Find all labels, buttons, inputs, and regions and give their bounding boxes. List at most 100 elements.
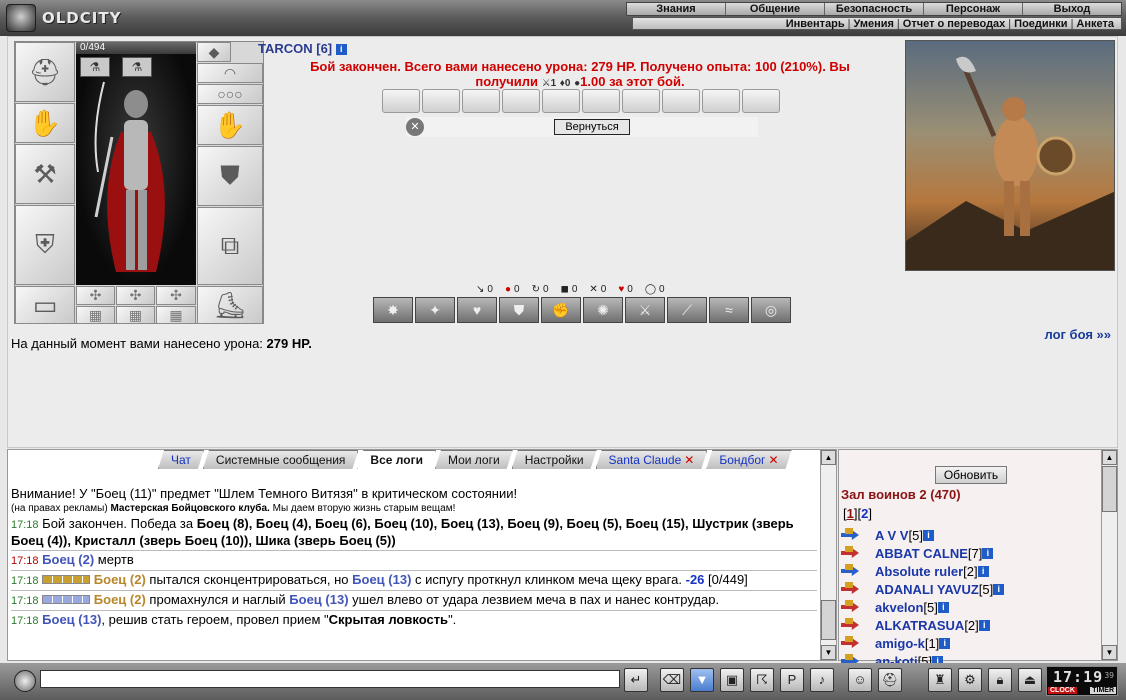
pocket-slot-3[interactable]: ▦ [156,306,196,324]
scroll-down-icon[interactable]: ▼ [821,645,836,660]
belt-slot[interactable]: ▭ [15,286,75,324]
scroll-thumb[interactable] [821,600,836,640]
scroll-thumb[interactable] [1102,466,1117,512]
menu-communication[interactable]: Общение [725,3,824,15]
pl-icon[interactable]: P [780,668,804,692]
info-icon[interactable]: i [939,637,951,649]
earring-slot[interactable]: ◆ [197,42,231,62]
skill-guard-icon[interactable]: ◎ [751,297,791,323]
leggings-slot[interactable]: ⧉ [197,207,263,285]
info-icon[interactable]: i [993,583,1005,595]
menu-exit[interactable]: Выход [1022,3,1121,15]
chat-scrollbar[interactable]: ▲ ▼ [820,450,836,660]
user-row[interactable]: amigo-k [1] i [841,634,1097,652]
smiley-icon[interactable]: ☺ [848,668,872,692]
skill-fury-icon[interactable]: ✦ [415,297,455,323]
submenu-inventory[interactable]: Инвентарь [783,18,848,30]
page-1[interactable]: 1 [847,506,854,521]
scroll-slot[interactable] [542,89,580,113]
skill-burst-icon[interactable]: ✺ [583,297,623,323]
menu-character[interactable]: Персонаж [923,3,1022,15]
tab-private-santa[interactable]: Santa Claude ✕ [596,450,708,469]
scroll-slot[interactable] [702,89,740,113]
filter-icon[interactable]: ▼ [690,668,714,692]
rune-slot-1[interactable]: ✣ [76,286,115,305]
pocket-slot-1[interactable]: ▦ [76,306,115,324]
page-2[interactable]: 2 [861,506,868,521]
skill-strike-icon[interactable]: ✸ [373,297,413,323]
rune-slot-2[interactable]: ✣ [116,286,155,305]
close-icon[interactable]: ✕ [684,453,694,467]
scroll-slot[interactable] [502,89,540,113]
refresh-button[interactable]: Обновить [935,466,1007,484]
belt-item-slot-2[interactable]: ⚗ [122,57,152,77]
skill-shield-icon[interactable]: ⛊ [499,297,539,323]
menu-knowledge[interactable]: Знания [627,3,725,15]
scroll-down-icon[interactable]: ▼ [1102,645,1117,660]
tab-chat[interactable]: Чат [158,450,204,469]
scroll-slot[interactable] [382,89,420,113]
bag-icon[interactable]: ♜ [928,668,952,692]
scroll-slot[interactable] [462,89,500,113]
user-row[interactable]: ABBAT CALNE [7] i [841,544,1097,562]
skill-blade-icon[interactable]: ⟋ [667,297,707,323]
skill-wind-icon[interactable]: ≈ [709,297,749,323]
logo[interactable]: OLDCITY [6,4,121,32]
bracers-slot[interactable]: ✋ [15,103,75,143]
submenu-skills[interactable]: Умения [851,18,897,30]
info-icon[interactable]: i [977,565,989,577]
helmet-slot[interactable]: ⛑ [15,42,75,102]
chat-input[interactable] [40,670,620,688]
close-icon[interactable]: ✕ [768,453,778,467]
scroll-up-icon[interactable]: ▲ [1102,450,1117,465]
scroll-up-icon[interactable]: ▲ [821,450,836,465]
sound-icon[interactable]: ♪ [810,668,834,692]
skill-cut-icon[interactable]: ⚔ [625,297,665,323]
settings-icon[interactable]: ⚙ [958,668,982,692]
weapon-slot[interactable]: ⚒ [15,144,75,204]
helmet-small-icon[interactable]: ⛑ [878,668,902,692]
rune-slot-3[interactable]: ✣ [156,286,196,305]
info-icon[interactable]: i [978,619,990,631]
rings-slot[interactable]: ○○○ [197,84,263,104]
info-icon[interactable]: i [335,44,347,55]
chat-mode-icon[interactable] [14,670,36,692]
return-button[interactable]: Вернуться [554,119,630,135]
menu-security[interactable]: Безопасность [824,3,923,15]
send-icon[interactable]: ↵ [624,668,648,692]
tab-system-messages[interactable]: Системные сообщения [203,450,359,469]
scroll-slot[interactable] [622,89,660,113]
nick-text[interactable]: TARCON [6] [258,41,332,56]
save-icon[interactable]: ▣ [720,668,744,692]
user-row[interactable]: ALKATRASUA [2] i [841,616,1097,634]
submenu-transfers[interactable]: Отчет о переводах [900,18,1009,30]
shield-slot[interactable]: ⛊ [197,146,263,206]
user-row[interactable]: A V V [5] i [841,526,1097,544]
tab-my-logs[interactable]: Мои логи [435,450,513,469]
user-row[interactable]: ADANALI YAVUZ [5] i [841,580,1097,598]
tab-private-bondbog[interactable]: Бондбог ✕ [706,450,791,469]
eraser-icon[interactable]: ⌫ [660,668,684,692]
fight-log-link[interactable]: лог боя »» [1044,327,1111,342]
tab-settings[interactable]: Настройки [512,450,597,469]
submenu-profile[interactable]: Анкета [1073,18,1117,30]
submenu-fights[interactable]: Поединки [1011,18,1070,30]
info-icon[interactable]: i [922,529,934,541]
info-icon[interactable]: i [982,547,994,559]
skill-fist-icon[interactable]: ✊ [541,297,581,323]
user-row[interactable]: akvelon [5] i [841,598,1097,616]
scroll-slot[interactable] [742,89,780,113]
skill-heart-icon[interactable]: ♥ [457,297,497,323]
scroll-slot[interactable] [582,89,620,113]
exit-icon[interactable]: ⏏ [1018,668,1042,692]
boots-slot[interactable]: ⛸ [197,286,263,324]
scroll-slot[interactable] [662,89,700,113]
scroll-slot[interactable] [422,89,460,113]
gloves-slot[interactable]: ✋ [197,105,263,145]
user-list-scrollbar[interactable]: ▲ ▼ [1101,450,1117,660]
armor-slot[interactable]: ⛨ [15,205,75,285]
tab-all-logs[interactable]: Все логи [357,450,436,469]
info-icon[interactable]: i [937,601,949,613]
character-nick[interactable]: TARCON [6] i [258,41,347,56]
belt-item-slot-1[interactable]: ⚗ [80,57,110,77]
